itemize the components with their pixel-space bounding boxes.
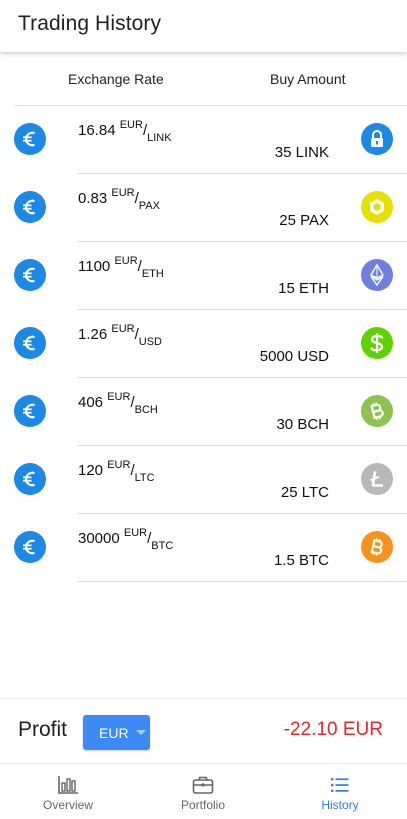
briefcase-icon <box>192 775 214 795</box>
rate-value: 0.83 <box>78 190 108 207</box>
rate-base: EUR <box>123 527 148 539</box>
paxos-icon <box>361 191 393 223</box>
exchange-rate: 30000 EUR/BTC <box>78 527 174 552</box>
rate-value: 16.84 <box>78 122 116 139</box>
rate-quote: BCH <box>134 404 158 416</box>
trade-row[interactable]: 1.26 EUR/USD 5000 USD <box>0 310 407 378</box>
rate-value: 406 <box>78 394 104 411</box>
rate-quote: USD <box>138 336 163 348</box>
trade-row[interactable]: 120 EUR/LTC 25 LTC <box>0 446 407 514</box>
nav-history-label: History <box>321 798 359 812</box>
profit-bar: Profit EUR -22.10 EUR <box>0 698 407 763</box>
euro-icon <box>14 123 46 155</box>
nav-history[interactable]: History <box>272 764 407 819</box>
exchange-rate: 1100 EUR/ETH <box>78 255 164 280</box>
rate-value: 1.26 <box>78 326 108 343</box>
trade-row[interactable]: 0.83 EUR/PAX 25 PAX <box>0 174 407 242</box>
trade-row[interactable]: 1100 EUR/ETH 15 ETH <box>0 242 407 310</box>
euro-icon <box>14 463 46 495</box>
rate-base: EUR <box>111 323 135 335</box>
rate-base: EUR <box>111 187 135 199</box>
app-header: Trading History <box>0 0 407 52</box>
buy-amount: 15 ETH <box>278 280 329 297</box>
chainlink-icon <box>361 123 393 155</box>
bar-chart-icon <box>57 775 79 795</box>
rate-value: 1100 <box>78 258 111 275</box>
rate-quote: ETH <box>141 268 164 280</box>
currency-select[interactable]: EUR <box>83 715 150 750</box>
buy-amount: 25 LTC <box>280 484 329 501</box>
nav-portfolio[interactable]: Portfolio <box>135 764 271 819</box>
bitcoin-cash-icon <box>361 395 393 427</box>
rate-quote: LINK <box>147 132 172 144</box>
exchange-rate: 0.83 EUR/PAX <box>78 187 160 212</box>
column-header-buy-amount: Buy Amount <box>270 71 346 87</box>
rate-base: EUR <box>114 255 138 267</box>
dollar-icon <box>361 327 393 359</box>
buy-amount: 5000 USD <box>259 348 329 365</box>
nav-overview-label: Overview <box>42 798 93 812</box>
rate-quote: LTC <box>134 472 155 484</box>
app-root: Trading History Exchange Rate Buy Amount… <box>0 0 407 819</box>
nav-overview[interactable]: Overview <box>0 764 136 819</box>
row-divider <box>78 581 407 582</box>
buy-amount: 30 BCH <box>276 416 329 433</box>
list-icon <box>330 775 350 795</box>
profit-label: Profit <box>18 718 68 741</box>
rate-base: EUR <box>107 391 131 403</box>
rate-quote: BTC <box>151 540 174 552</box>
trade-row[interactable]: 406 EUR/BCH 30 BCH <box>0 378 407 446</box>
column-header-exchange-rate: Exchange Rate <box>68 71 164 87</box>
nav-portfolio-label: Portfolio <box>180 798 226 812</box>
profit-value: -22.10 EUR <box>283 719 383 740</box>
bitcoin-icon <box>361 531 393 563</box>
page-title: Trading History <box>18 12 162 35</box>
exchange-rate: 16.84 EUR/LINK <box>78 119 172 144</box>
buy-amount: 1.5 BTC <box>273 552 329 569</box>
chevron-down-icon <box>136 730 146 735</box>
exchange-rate: 406 EUR/BCH <box>78 391 158 416</box>
exchange-rate: 120 EUR/LTC <box>78 459 155 484</box>
exchange-rate: 1.26 EUR/USD <box>78 323 163 348</box>
ethereum-icon <box>361 259 393 291</box>
buy-amount: 25 PAX <box>279 212 329 229</box>
rate-base: EUR <box>119 119 143 131</box>
trade-row[interactable]: 30000 EUR/BTC 1.5 BTC <box>0 514 407 582</box>
euro-icon <box>14 395 46 427</box>
euro-icon <box>14 327 46 359</box>
trade-list: 16.84 EUR/LINK 35 LINK 0.83 EUR/PAX 25 P… <box>0 106 407 582</box>
rate-value: 120 <box>78 462 104 479</box>
rate-value: 30000 <box>78 530 120 547</box>
buy-amount: 35 LINK <box>274 144 329 161</box>
trade-row[interactable]: 16.84 EUR/LINK 35 LINK <box>0 106 407 174</box>
litecoin-icon <box>361 463 393 495</box>
euro-icon <box>14 191 46 223</box>
euro-icon <box>14 531 46 563</box>
rate-base: EUR <box>107 459 131 471</box>
currency-select-value: EUR <box>99 724 129 741</box>
euro-icon <box>14 259 46 291</box>
rate-quote: PAX <box>138 200 160 212</box>
bottom-nav: Overview Portfolio History <box>0 763 407 819</box>
